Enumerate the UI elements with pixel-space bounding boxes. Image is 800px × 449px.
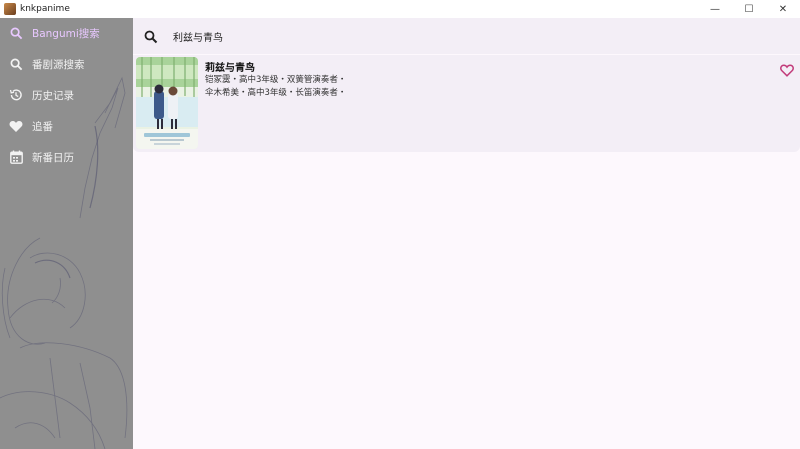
description-line: 铠冢霙・高中3年级・双簧管演奏者・ bbox=[205, 75, 347, 85]
app-icon bbox=[4, 3, 16, 15]
sidebar-item-history[interactable]: 历史记录 bbox=[0, 80, 133, 110]
description-line: 伞木希美・高中3年级・长笛演奏者・ bbox=[205, 88, 347, 98]
result-card[interactable]: 莉兹与青鸟 铠冢霙・高中3年级・双簧管演奏者・ 伞木希美・高中3年级・长笛演奏者… bbox=[133, 55, 800, 152]
cover-image[interactable] bbox=[136, 57, 198, 149]
sidebar: Bangumi搜索 番剧源搜索 历史记录 追番 新番日历 bbox=[0, 18, 133, 449]
sidebar-item-label: Bangumi搜索 bbox=[32, 27, 100, 40]
sidebar-item-label: 历史记录 bbox=[32, 89, 74, 102]
sidebar-item-source-search[interactable]: 番剧源搜索 bbox=[0, 49, 133, 79]
sidebar-item-bangumi-search[interactable]: Bangumi搜索 bbox=[0, 18, 133, 48]
main-content: 莉兹与青鸟 铠冢霙・高中3年级・双簧管演奏者・ 伞木希美・高中3年级・长笛演奏者… bbox=[133, 18, 800, 449]
sidebar-nav: Bangumi搜索 番剧源搜索 历史记录 追番 新番日历 bbox=[0, 18, 133, 173]
search-icon[interactable] bbox=[144, 29, 158, 44]
maximize-button[interactable]: ☐ bbox=[732, 0, 766, 18]
window-title: knkpanime bbox=[20, 4, 70, 14]
result-title[interactable]: 莉兹与青鸟 bbox=[205, 59, 255, 74]
heart-icon bbox=[9, 119, 23, 133]
sidebar-item-label: 新番日历 bbox=[32, 151, 74, 164]
title-bar: knkpanime — ☐ ✕ bbox=[0, 0, 800, 18]
result-description: 铠冢霙・高中3年级・双簧管演奏者・ 伞木希美・高中3年级・长笛演奏者・ bbox=[205, 74, 505, 100]
window-controls: — ☐ ✕ bbox=[698, 0, 800, 18]
search-icon bbox=[9, 26, 23, 40]
search-bar bbox=[133, 18, 800, 54]
sidebar-item-label: 追番 bbox=[32, 120, 53, 133]
favorite-heart-icon[interactable] bbox=[780, 62, 794, 77]
close-button[interactable]: ✕ bbox=[766, 0, 800, 18]
sidebar-item-label: 番剧源搜索 bbox=[32, 58, 85, 71]
sidebar-item-following[interactable]: 追番 bbox=[0, 111, 133, 141]
calendar-icon bbox=[9, 150, 23, 164]
sidebar-item-calendar[interactable]: 新番日历 bbox=[0, 142, 133, 172]
history-icon bbox=[9, 88, 23, 102]
search-icon bbox=[9, 57, 23, 71]
minimize-button[interactable]: — bbox=[698, 0, 732, 18]
search-input[interactable] bbox=[173, 26, 773, 46]
